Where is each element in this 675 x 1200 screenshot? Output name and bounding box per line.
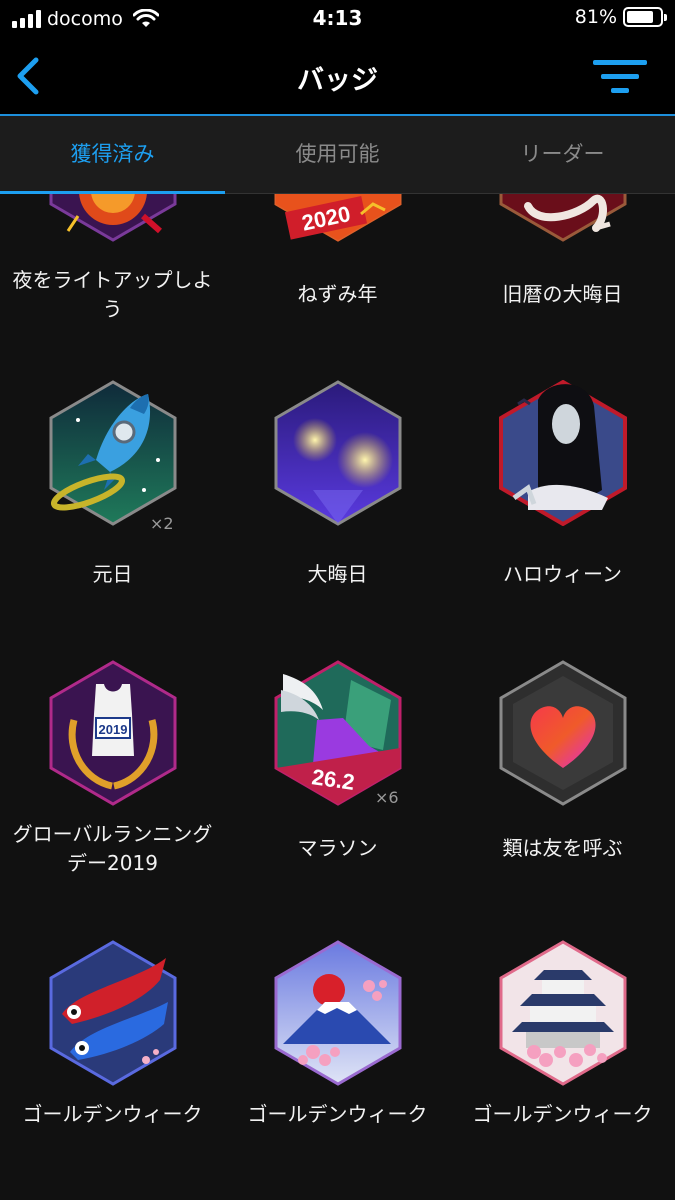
koinobori-badge-icon — [49, 940, 176, 1086]
badge-count: ×6 — [375, 788, 399, 807]
tab-leaders[interactable]: リーダー — [450, 116, 675, 193]
badge-label: ハロウィーン — [503, 562, 622, 586]
status-bar: docomo 4:13 81% — [0, 0, 675, 38]
tab-bar: 獲得済み 使用可能 リーダー — [0, 116, 675, 194]
battery-icon — [623, 7, 667, 27]
badge-label: ゴールデンウィーク — [247, 1102, 428, 1126]
rocket-badge-icon — [49, 380, 176, 526]
badge-label: ゴールデンウィーク — [22, 1102, 203, 1126]
tab-available[interactable]: 使用可能 — [225, 116, 450, 193]
badge-label: ゴールデンウィーク — [472, 1102, 653, 1126]
badge-item[interactable]: ゴールデンウィーク — [225, 940, 450, 1200]
badge-label: 大晦日 — [307, 562, 368, 586]
badge-label: 元日 — [92, 562, 133, 586]
badge-grid-rows: ×2 元日 大晦日 ハロウィーン 2019 グローバルランニングデー2019 2… — [0, 194, 675, 1200]
badge-item[interactable]: ゴールデンウィーク — [450, 940, 675, 1200]
badge-item[interactable]: ハロウィーン — [450, 380, 675, 640]
heart-badge-icon — [499, 660, 626, 806]
badge-item[interactable]: 26.2 ×6 マラソン — [225, 660, 450, 940]
castle-badge-icon — [499, 940, 626, 1086]
badge-item[interactable]: ×2 元日 — [0, 380, 225, 640]
battery-percent: 81% — [574, 6, 617, 28]
badge-label: マラソン — [297, 836, 378, 860]
badge-art-text: 2019 — [98, 722, 127, 737]
navigation-bar: バッジ — [0, 38, 675, 116]
badge-item[interactable]: 2019 グローバルランニングデー2019 — [0, 660, 225, 940]
clock: 4:13 — [312, 6, 363, 30]
badge-label: グローバルランニングデー2019 — [12, 822, 213, 875]
winged-shoe-badge-icon: 26.2 — [274, 660, 401, 806]
badge-count: ×2 — [150, 514, 174, 533]
fireworks-badge-icon — [274, 380, 401, 526]
badge-item[interactable]: 大晦日 — [225, 380, 450, 640]
running-vest-badge-icon: 2019 — [49, 660, 176, 806]
badge-item[interactable]: 類は友を呼ぶ — [450, 660, 675, 940]
tab-earned[interactable]: 獲得済み — [0, 116, 225, 194]
mount-fuji-badge-icon — [274, 940, 401, 1086]
ghost-badge-icon — [498, 380, 627, 526]
badge-label: 類は友を呼ぶ — [502, 836, 623, 860]
filter-icon[interactable] — [593, 58, 647, 98]
badge-item[interactable]: ゴールデンウィーク — [0, 940, 225, 1200]
page-title: バッジ — [297, 65, 378, 96]
